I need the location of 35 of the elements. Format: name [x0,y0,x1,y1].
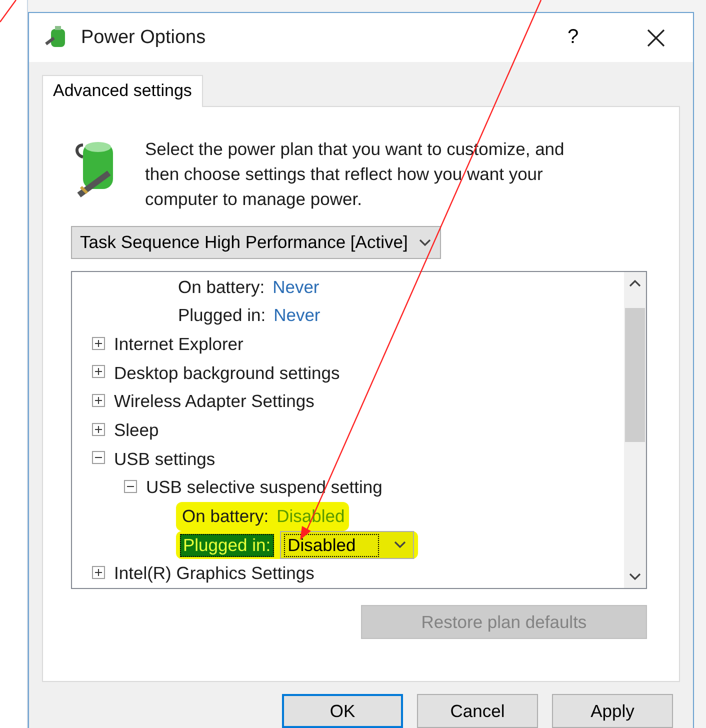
collapse-icon[interactable] [92,451,105,464]
chevron-down-icon [418,238,432,248]
setting-label: On battery: [177,276,266,298]
tab[interactable]: Advanced settings [42,75,203,107]
window-title: Power Options [81,26,207,48]
expand-icon[interactable] [92,394,105,407]
dialog-button[interactable]: Apply [552,694,673,728]
plan-dropdown[interactable]: Task Sequence High Performance [Active] [71,226,441,259]
setting-dropdown[interactable]: Disabled [280,531,414,560]
expand-icon[interactable] [92,365,105,378]
tree-item[interactable]: Internet Explorer [114,334,244,356]
close-icon [646,28,664,46]
setting-label: Plugged in: [180,534,274,557]
expand-icon[interactable] [92,566,105,579]
tree-item[interactable]: Wireless Adapter Settings [114,391,314,412]
tree-item[interactable]: Desktop background settings [114,362,340,384]
setting-label: Plugged in: [177,305,267,326]
chevron-down-icon [392,540,407,550]
help-button[interactable]: ? [538,18,608,58]
expand-icon[interactable] [92,336,105,350]
tree-item[interactable]: Sleep [114,420,159,442]
expand-icon[interactable] [92,422,105,436]
chevron-down-icon [628,572,642,582]
setting-value-link[interactable]: Never [274,305,320,326]
chevron-up-icon [628,278,642,288]
tree-item[interactable]: USB settings [114,448,216,470]
dialog-button[interactable]: Cancel [417,694,538,728]
dialog-button[interactable]: OK [282,694,403,728]
setting-label: On battery: [181,506,270,527]
tree-item[interactable]: USB selective suspend setting [146,477,382,498]
scroll-bar[interactable] [624,272,646,588]
setting-value-link[interactable]: Never [272,276,320,298]
collapse-icon[interactable] [124,480,137,493]
tree-item[interactable]: Intel(R) Graphics Settings [114,563,314,584]
annotation-line [0,0,16,22]
